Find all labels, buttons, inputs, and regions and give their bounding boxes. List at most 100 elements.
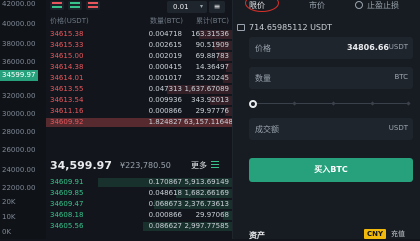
more-button[interactable]: 更多 <box>191 160 207 171</box>
price-field-value: 34806.66 <box>346 43 389 52</box>
chevron-down-icon: ▾ <box>199 3 203 10</box>
ask-price: 34614.38 <box>50 63 84 71</box>
slider-step[interactable] <box>406 101 411 106</box>
ask-price: 34614.01 <box>50 74 84 82</box>
chart-edge <box>38 0 46 239</box>
header-price: 价格(USDT) <box>50 17 89 25</box>
tab-limit[interactable]: 限价 <box>245 0 279 12</box>
tab-stop[interactable]: 止盈止损 <box>367 0 399 11</box>
bid-price: 34605.56 <box>50 222 84 230</box>
ask-row[interactable]: 34611.16 0.000866 29.97776 <box>46 107 232 116</box>
ask-qty: 0.000866 <box>148 107 182 115</box>
info-icon[interactable] <box>355 1 363 9</box>
total-field-label: 成交额 <box>255 125 279 134</box>
wallet-icon <box>237 24 245 31</box>
slider-step[interactable] <box>331 101 336 106</box>
ask-qty: 0.009936 <box>148 96 182 104</box>
ask-price: 34615.38 <box>50 30 84 38</box>
axis-label: 24000.00 <box>2 166 36 174</box>
header-qty: 数量(BTC) <box>150 17 184 25</box>
bid-qty: 0.086627 <box>148 222 182 230</box>
currency-badge[interactable]: CNY <box>364 229 387 239</box>
ask-qty: 0.047313 <box>148 85 182 93</box>
axis-label: 28000.00 <box>2 128 36 136</box>
order-book: 0.01 ▾ ≡ 价格(USDT) 数量(BTC) 累计(BTC) 34615.… <box>46 0 233 239</box>
axis-label: 10K <box>2 213 16 221</box>
axis-label: 26000.00 <box>2 146 36 154</box>
bid-row[interactable]: 34609.91 0.170867 5,913.69149 <box>46 178 232 187</box>
bid-row[interactable]: 34609.85 0.048618 1,682.66169 <box>46 189 232 198</box>
ask-total: 14.36497 <box>195 63 229 71</box>
bid-total: 2,376.73613 <box>184 200 229 208</box>
bid-price: 34609.47 <box>50 200 84 208</box>
header-total: 累计(BTC) <box>196 17 230 25</box>
slider-step[interactable] <box>292 101 297 106</box>
trade-panel: 限价 市价 止盈止损 714.65985112 USDT 价格 34806.66… <box>232 0 420 240</box>
ask-row[interactable]: 34615.33 0.002615 90.51909 <box>46 41 232 50</box>
bid-row[interactable]: 34605.56 0.086627 2,997.77585 <box>46 222 232 231</box>
bid-price: 34609.91 <box>50 178 84 186</box>
axis-label: 38000.00 <box>2 40 36 48</box>
ask-row[interactable]: 34614.38 0.000415 14.36497 <box>46 63 232 72</box>
bid-price: 34609.85 <box>50 189 84 197</box>
price-axis: 42000.00 40000.00 38000.00 36000.00 3459… <box>0 0 39 239</box>
ask-price: 34615.00 <box>50 52 84 60</box>
book-both-mode-button[interactable] <box>50 1 64 10</box>
ask-total: 29.97776 <box>195 107 229 115</box>
quantity-field[interactable]: 数量 BTC <box>249 67 413 89</box>
axis-label: 36000.00 <box>2 58 36 66</box>
slider-knob[interactable] <box>249 100 257 108</box>
book-bids-mode-button[interactable] <box>68 1 82 10</box>
ask-row[interactable]: 34613.54 0.009936 343.92013 <box>46 96 232 105</box>
deposit-link[interactable]: 充值 <box>391 229 405 239</box>
ask-qty: 0.002615 <box>148 41 182 49</box>
ask-total: 63,157.11648 <box>184 118 233 126</box>
current-price-marker: 34599.97 <box>0 70 39 81</box>
last-price-fiat: ¥223,780.50 <box>120 161 171 170</box>
precision-dropdown[interactable]: 0.01 ▾ <box>167 1 207 13</box>
ask-price: 34613.55 <box>50 85 84 93</box>
precision-value: 0.01 <box>173 3 189 11</box>
book-asks-mode-button[interactable] <box>86 1 100 10</box>
ask-price: 34611.16 <box>50 107 84 115</box>
ask-row[interactable]: 34615.38 0.004718 163.31536 <box>46 30 232 39</box>
book-settings-button[interactable]: ≡ <box>209 1 225 13</box>
mid-price-bar: 34,599.97 ¥223,780.50 更多 <box>46 155 232 175</box>
axis-label: 42000.00 <box>2 0 36 8</box>
bid-qty: 0.068673 <box>148 200 182 208</box>
ask-price: 34613.54 <box>50 96 84 104</box>
last-price: 34,599.97 <box>50 159 112 172</box>
ask-row[interactable]: 34609.92 1.824827 63,157.11648 <box>46 118 233 127</box>
ask-qty: 0.002019 <box>148 52 182 60</box>
buy-button[interactable]: 买入BTC <box>249 158 413 182</box>
ask-row[interactable]: 34614.01 0.001017 35.20245 <box>46 74 232 83</box>
slider-step[interactable] <box>370 101 375 106</box>
ask-qty: 1.824827 <box>148 118 182 126</box>
assets-heading: 资产 <box>249 231 265 240</box>
total-field-unit: USDT <box>388 124 408 132</box>
ask-total: 69.88783 <box>195 52 229 60</box>
order-book-header: 价格(USDT) 数量(BTC) 累计(BTC) <box>46 16 232 26</box>
ask-row[interactable]: 34613.55 0.047313 1,637.67089 <box>46 85 232 94</box>
axis-label: 30000.00 <box>2 110 36 118</box>
ask-row[interactable]: 34615.00 0.002019 69.88783 <box>46 52 232 61</box>
ask-price: 34609.92 <box>50 118 84 126</box>
bid-total: 5,913.69149 <box>184 178 229 186</box>
price-field[interactable]: 价格 34806.66 USDT <box>249 37 413 59</box>
ask-total: 1,637.67089 <box>184 85 229 93</box>
total-field[interactable]: 成交额 USDT <box>249 118 413 140</box>
bid-qty: 0.000866 <box>148 211 182 219</box>
order-book-toolbar: 0.01 ▾ ≡ <box>46 0 232 14</box>
axis-label: 32000.00 <box>2 92 36 100</box>
bid-row[interactable]: 34609.47 0.068673 2,376.73613 <box>46 200 232 209</box>
ask-qty: 0.000415 <box>148 63 182 71</box>
bid-qty: 0.048618 <box>148 189 182 197</box>
list-icon[interactable] <box>211 161 219 168</box>
annotation-circle <box>245 0 279 12</box>
amount-slider[interactable] <box>249 100 413 108</box>
tab-market[interactable]: 市价 <box>309 0 325 11</box>
bid-price: 34608.18 <box>50 211 84 219</box>
axis-label: 40000.00 <box>2 20 36 28</box>
axis-label: 0K <box>2 228 12 236</box>
bid-row[interactable]: 34608.18 0.000866 29.97068 <box>46 211 232 220</box>
